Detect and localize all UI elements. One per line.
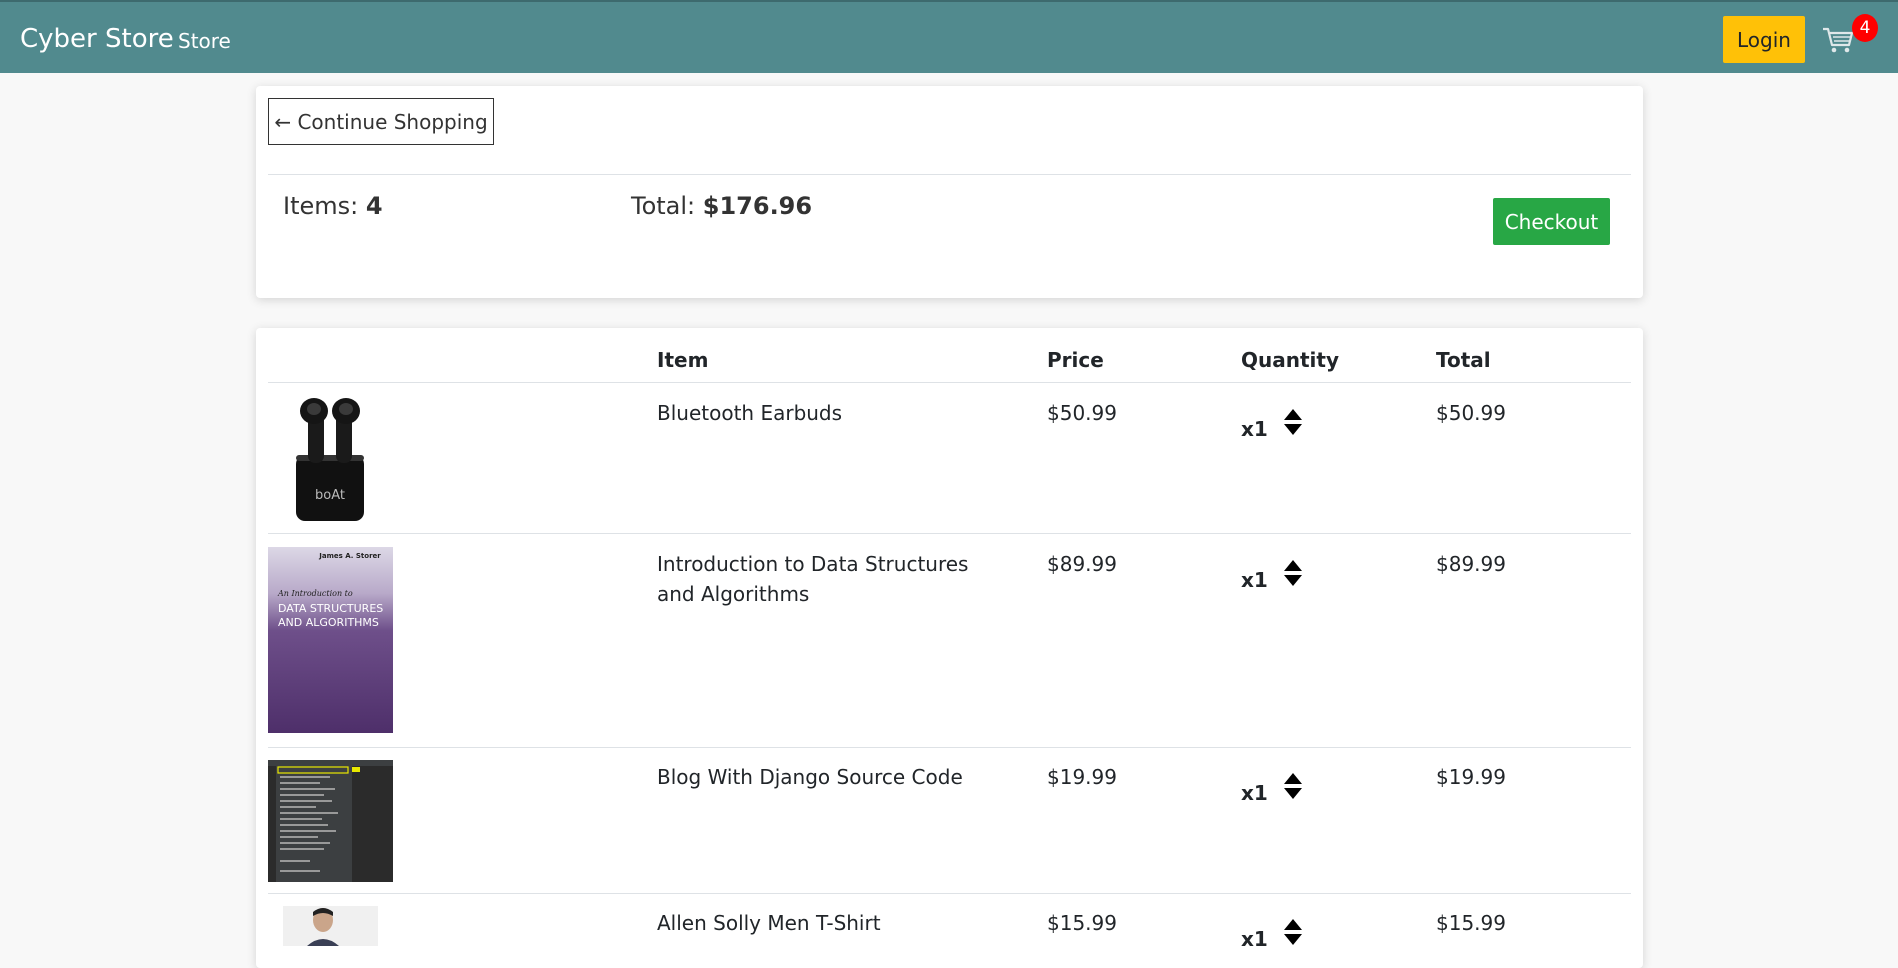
decrease-quantity-icon[interactable] [1283, 934, 1302, 945]
items-count: Items: 4 [283, 192, 383, 220]
divider [268, 174, 1631, 175]
row3-price: $19.99 [1047, 765, 1117, 789]
nav-store-link[interactable]: Store [178, 29, 231, 53]
row3-quantity: x1 [1241, 767, 1302, 805]
brand-link[interactable]: Cyber Store [20, 24, 174, 54]
row1-quantity-value: x1 [1241, 417, 1268, 441]
header-divider [268, 382, 1631, 383]
decrease-quantity-icon[interactable] [1283, 575, 1302, 586]
items-value: 4 [365, 192, 383, 220]
decrease-quantity-icon[interactable] [1283, 788, 1302, 799]
cart-icon[interactable] [1822, 26, 1854, 54]
increase-quantity-icon[interactable] [1283, 773, 1302, 784]
increase-quantity-icon[interactable] [1283, 560, 1302, 571]
increase-quantity-icon[interactable] [1283, 409, 1302, 420]
items-label: Items: [283, 192, 366, 220]
cart-count-badge: 4 [1852, 14, 1878, 42]
row2-item-name[interactable]: Introduction to Data Structures and Algo… [657, 549, 1007, 609]
row4-price: $15.99 [1047, 911, 1117, 935]
cart-summary-card: ← Continue Shopping Items: 4 Total: $176… [256, 86, 1643, 298]
total-value: $176.96 [702, 192, 813, 220]
header-quantity: Quantity [1241, 348, 1339, 372]
decrease-quantity-icon[interactable] [1283, 424, 1302, 435]
checkout-button[interactable]: Checkout [1493, 198, 1610, 245]
row1-total: $50.99 [1436, 401, 1506, 425]
earbuds-image: boAt [296, 398, 364, 521]
header-item: Item [657, 348, 709, 372]
login-button[interactable]: Login [1723, 16, 1805, 63]
row2-price: $89.99 [1047, 552, 1117, 576]
book-subtitle-text: An Introduction to [277, 589, 353, 598]
header-price: Price [1047, 348, 1104, 372]
row2-quantity-value: x1 [1241, 568, 1268, 592]
row1-quantity: x1 [1241, 403, 1302, 441]
increase-quantity-icon[interactable] [1283, 919, 1302, 930]
cart-items-card: Item Price Quantity Total boAt Bluetooth… [256, 328, 1643, 968]
row4-total: $15.99 [1436, 911, 1506, 935]
book-cover-image: James A. Storer An Introduction to DATA … [268, 547, 393, 733]
top-navbar: Cyber Store Store Login 4 [0, 0, 1898, 73]
row2-quantity: x1 [1241, 554, 1302, 592]
total-label: Total: [631, 192, 703, 220]
django-source-image [268, 760, 393, 882]
continue-shopping-button[interactable]: ← Continue Shopping [268, 98, 494, 145]
book-title-line1: DATA STRUCTURES [278, 602, 383, 615]
row3-item-name[interactable]: Blog With Django Source Code [657, 762, 963, 792]
row2-total: $89.99 [1436, 552, 1506, 576]
tshirt-image [283, 906, 378, 946]
row4-item-name[interactable]: Allen Solly Men T-Shirt [657, 908, 881, 938]
row1-price: $50.99 [1047, 401, 1117, 425]
row-divider [268, 533, 1631, 534]
cart-total: Total: $176.96 [631, 192, 812, 220]
book-title-line2: AND ALGORITHMS [278, 616, 379, 629]
row-divider [268, 893, 1631, 894]
row1-item-name[interactable]: Bluetooth Earbuds [657, 398, 842, 428]
book-author-text: James A. Storer [318, 552, 381, 560]
row4-quantity-value: x1 [1241, 927, 1268, 951]
header-total: Total [1436, 348, 1491, 372]
row4-quantity: x1 [1241, 913, 1302, 951]
row-divider [268, 747, 1631, 748]
earbuds-brand-text: boAt [315, 488, 345, 503]
row3-total: $19.99 [1436, 765, 1506, 789]
row3-quantity-value: x1 [1241, 781, 1268, 805]
